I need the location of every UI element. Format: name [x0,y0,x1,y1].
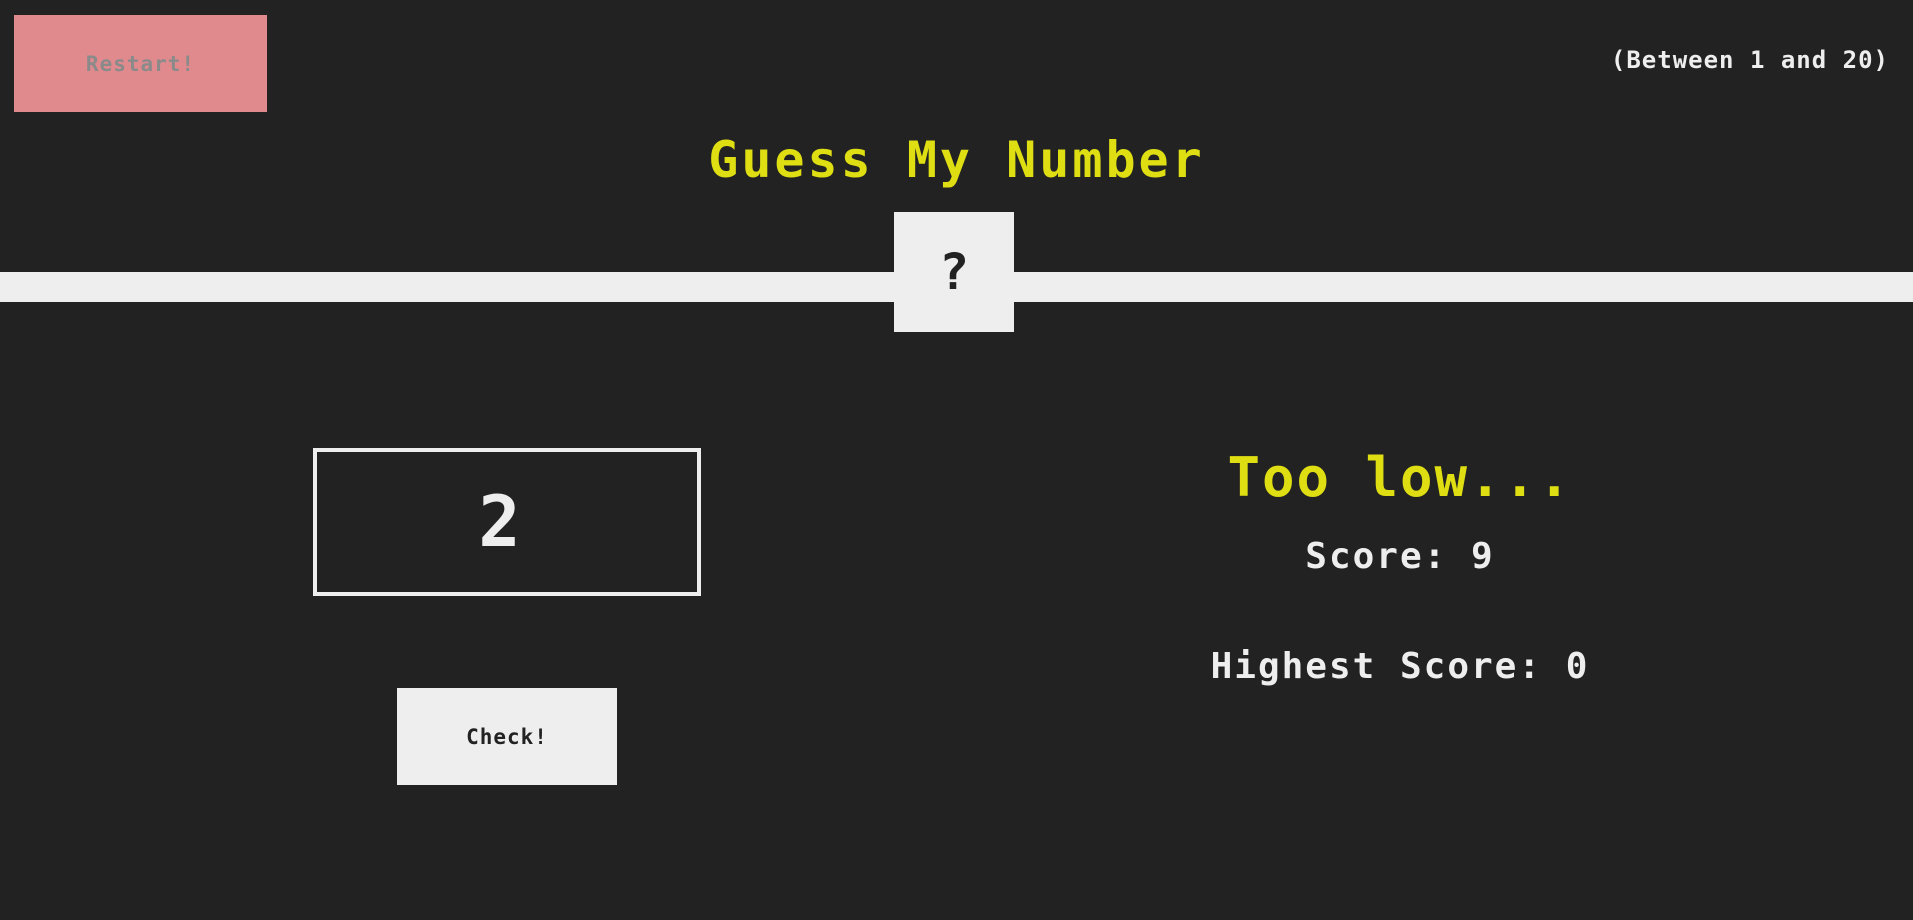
highscore-value: 0 [1565,646,1590,687]
restart-button[interactable]: Restart! [14,15,267,112]
secret-number-display: ? [938,243,970,301]
score-value: 9 [1471,536,1495,577]
score-label: Score: [1305,536,1448,577]
highscore-label: Highest Score: [1210,646,1543,687]
status-message: Too low... [1227,446,1573,509]
range-hint: (Between 1 and 20) [1610,46,1889,74]
score-display: Score: 9 [1000,536,1800,577]
highscore-display: Highest Score: 0 [1000,646,1800,687]
guess-input[interactable] [313,448,701,596]
check-button[interactable]: Check! [397,688,617,785]
secret-number-box: ? [894,212,1014,332]
page-title: Guess My Number [708,131,1205,189]
